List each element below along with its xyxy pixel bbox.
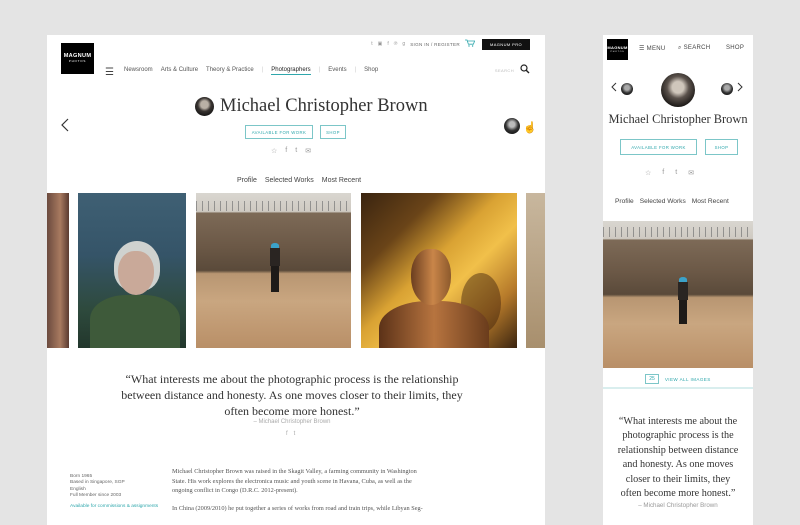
shop-button[interactable]: SHOP xyxy=(705,139,738,155)
bio-paragraph: Michael Christopher Brown was raised in … xyxy=(172,468,417,495)
tab-selected-works[interactable]: Selected Works xyxy=(640,198,686,205)
tab-profile[interactable]: Profile xyxy=(615,198,634,205)
twitter-icon[interactable]: t xyxy=(675,169,677,177)
membership-info: Full Member since 2003 xyxy=(70,492,122,498)
photographer-avatar xyxy=(661,73,695,107)
shop-link[interactable]: SHOP xyxy=(726,45,744,51)
photographer-quote: “What interests me about the photographi… xyxy=(617,416,739,500)
view-all-images-bar[interactable]: 25 VIEW ALL IMAGES xyxy=(603,371,753,389)
gallery-photo-portrait-man[interactable] xyxy=(361,193,517,348)
photographer-quote: “What interests me about the photographi… xyxy=(121,372,463,418)
hand-cursor-icon: ☝ xyxy=(523,122,537,134)
search-input[interactable]: SEARCH xyxy=(495,68,514,73)
quote-author: – Michael Christopher Brown xyxy=(253,419,331,425)
star-icon[interactable]: ☆ xyxy=(271,147,277,155)
photographer-avatar xyxy=(195,97,214,116)
google-icon[interactable]: g xyxy=(402,41,405,47)
previous-photographer-arrow[interactable] xyxy=(61,118,69,137)
menu-button[interactable]: ☰ MENU xyxy=(639,45,666,52)
nav-divider: | xyxy=(261,67,264,73)
mail-icon[interactable]: ✉ xyxy=(688,169,694,177)
nav-item-newsroom[interactable]: Newsroom xyxy=(124,67,153,75)
tab-selected-works[interactable]: Selected Works xyxy=(265,177,314,184)
utility-bar: t ▣ f ℗ g SIGN IN / REGISTER MAGNUM PRO xyxy=(371,38,530,50)
search-icon[interactable] xyxy=(520,64,530,77)
twitter-icon[interactable]: t xyxy=(294,431,296,437)
tab-most-recent[interactable]: Most Recent xyxy=(692,198,729,205)
tab-profile[interactable]: Profile xyxy=(237,177,257,184)
magnum-logo[interactable]: MAGNUM PHOTOS xyxy=(607,39,628,60)
pinterest-icon[interactable]: ℗ xyxy=(394,41,398,47)
availability-link[interactable]: Available for commissions & assignments xyxy=(70,504,160,510)
gallery-photo-partial-right[interactable] xyxy=(526,193,545,348)
gallery-photo-portrait-woman[interactable] xyxy=(78,193,186,348)
image-count-badge: 25 xyxy=(645,374,659,384)
signin-register-link[interactable]: SIGN IN / REGISTER xyxy=(410,42,460,47)
photographer-name: Michael Christopher Brown xyxy=(608,112,748,126)
gallery-photo-soldier[interactable] xyxy=(603,221,753,368)
gallery-photo-soldier[interactable] xyxy=(196,193,351,348)
nav-item-theory-practice[interactable]: Theory & Practice xyxy=(206,67,254,75)
nav-divider: | xyxy=(318,67,321,73)
share-bar: ☆ f t ✉ xyxy=(271,147,311,155)
photographer-bio: Michael Christopher Brown was raised in … xyxy=(172,467,427,513)
menu-icon[interactable]: ☰ xyxy=(105,67,114,78)
next-photographer-arrow[interactable] xyxy=(737,82,743,95)
mail-icon[interactable]: ✉ xyxy=(305,147,311,155)
instagram-icon[interactable]: ▣ xyxy=(378,41,383,47)
logo-subtext: PHOTOS xyxy=(68,59,87,64)
bio-paragraph: In China (2009/2010) he put together a s… xyxy=(172,504,423,512)
search-button[interactable]: ⌕ SEARCH xyxy=(678,45,710,52)
nav-item-shop[interactable]: Shop xyxy=(364,67,378,75)
star-icon[interactable]: ☆ xyxy=(645,169,651,177)
magnum-pro-button[interactable]: MAGNUM PRO xyxy=(482,38,530,50)
main-nav: Newsroom Arts & Culture Theory & Practic… xyxy=(124,67,378,75)
gallery-photo-partial-left[interactable] xyxy=(47,193,69,348)
photographer-details: Born 1965 Based in Singapore, SGP Englis… xyxy=(70,474,160,510)
shop-button[interactable]: SHOP xyxy=(320,125,346,139)
mobile-page: MAGNUM PHOTOS ☰ MENU ⌕ SEARCH SHOP Micha… xyxy=(603,35,753,525)
magnum-logo[interactable]: MAGNUM PHOTOS xyxy=(61,43,94,74)
available-for-work-button[interactable]: AVAILABLE FOR WORK xyxy=(620,139,697,155)
twitter-icon[interactable]: t xyxy=(371,41,372,47)
cart-icon[interactable] xyxy=(465,39,476,49)
next-photographer-thumbnail[interactable] xyxy=(721,83,733,95)
nav-item-events[interactable]: Events xyxy=(328,67,346,75)
logo-text: MAGNUM xyxy=(607,44,628,50)
facebook-icon[interactable]: f xyxy=(286,431,288,437)
quote-author: – Michael Christopher Brown xyxy=(638,502,718,509)
next-photographer-thumbnail[interactable] xyxy=(504,118,520,134)
twitter-icon[interactable]: t xyxy=(295,147,297,155)
previous-photographer-arrow[interactable] xyxy=(611,82,617,95)
desktop-page: MAGNUM PHOTOS t ▣ f ℗ g SIGN IN / REGIST… xyxy=(47,35,545,525)
nav-item-photographers[interactable]: Photographers xyxy=(271,67,311,75)
view-all-images-link[interactable]: VIEW ALL IMAGES xyxy=(665,377,711,382)
profile-tabs: Profile Selected Works Most Recent xyxy=(237,177,361,184)
tab-most-recent[interactable]: Most Recent xyxy=(322,177,361,184)
previous-photographer-thumbnail[interactable] xyxy=(621,83,633,95)
nav-divider: | xyxy=(354,67,357,73)
facebook-icon[interactable]: f xyxy=(285,147,287,155)
profile-tabs: Profile Selected Works Most Recent xyxy=(615,198,729,205)
available-for-work-button[interactable]: AVAILABLE FOR WORK xyxy=(245,125,313,139)
facebook-icon[interactable]: f xyxy=(662,169,664,177)
photographer-name: Michael Christopher Brown xyxy=(220,96,428,116)
facebook-icon[interactable]: f xyxy=(387,41,388,47)
logo-subtext: PHOTOS xyxy=(610,50,625,53)
share-bar: ☆ f t ✉ xyxy=(645,169,694,177)
quote-share-bar: f t xyxy=(286,431,295,437)
nav-item-arts-culture[interactable]: Arts & Culture xyxy=(161,67,198,75)
